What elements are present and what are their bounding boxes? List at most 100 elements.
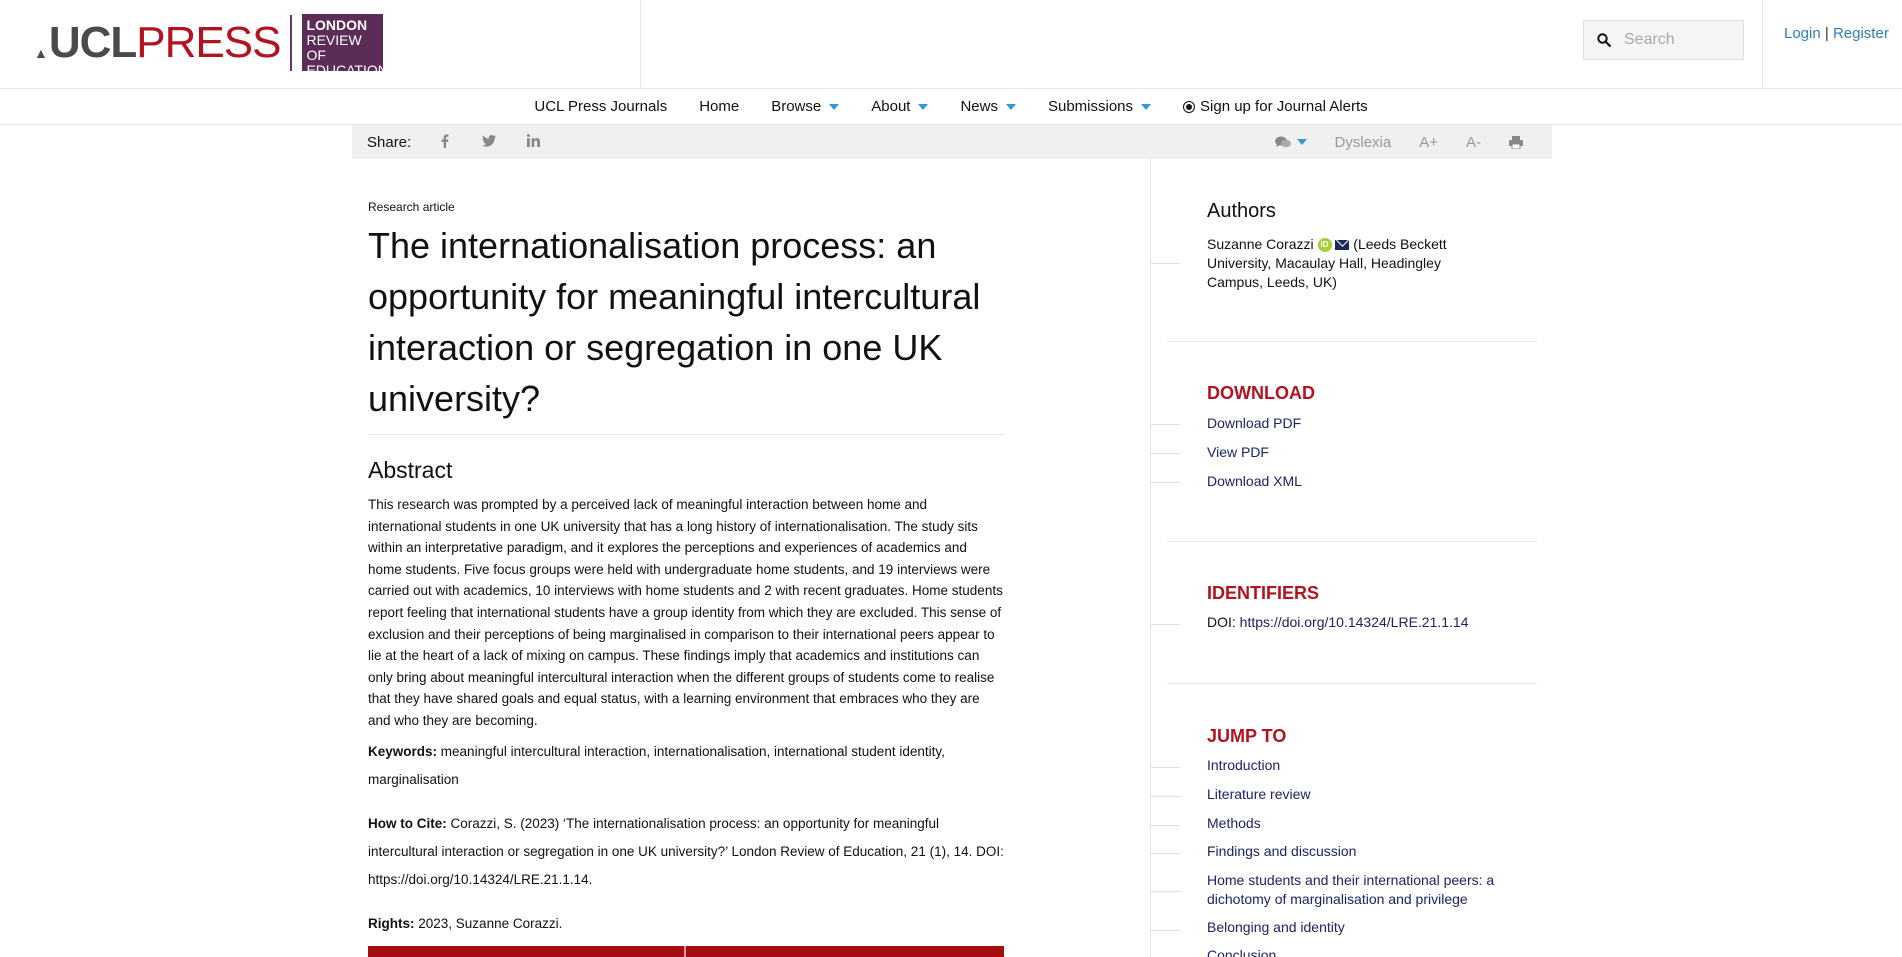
caret-down-icon <box>1296 139 1307 145</box>
logo-ucl-text: ▲UCL <box>34 17 137 67</box>
jump-findings-and-discussion[interactable]: Findings and discussion <box>1207 842 1356 861</box>
doi-label: DOI: <box>1207 614 1236 630</box>
view-pdf-link[interactable]: View PDF <box>1207 443 1269 462</box>
jump-literature-review[interactable]: Literature review <box>1207 785 1311 804</box>
caret-down-icon <box>918 103 929 110</box>
sidebar-tick <box>1150 891 1180 892</box>
nav-label: Sign up for Journal Alerts <box>1200 98 1368 115</box>
nav-browse[interactable]: Browse <box>755 89 855 125</box>
nav-label: Home <box>699 98 740 115</box>
sidebar-tick <box>1150 263 1180 264</box>
search-box[interactable] <box>1583 20 1744 60</box>
nav-about[interactable]: About <box>855 89 944 125</box>
cite-value: Corazzi, S. (2023) ‘The internationalisa… <box>368 815 1004 887</box>
abstract-text: This research was prompted by a perceive… <box>368 497 1003 728</box>
auth-separator: | <box>1824 25 1829 42</box>
download-heading: DOWNLOAD <box>1207 383 1315 403</box>
download-xml-link[interactable]: Download XML <box>1207 472 1302 491</box>
nav-label: Submissions <box>1047 98 1134 115</box>
tab-divider <box>684 946 686 957</box>
orcid-icon[interactable]: iD <box>1317 238 1332 253</box>
authors-heading: Authors <box>1207 200 1276 222</box>
header-divider <box>1762 0 1763 89</box>
jump-methods[interactable]: Methods <box>1207 814 1261 833</box>
login-link[interactable]: Login <box>1784 25 1821 42</box>
search-input[interactable] <box>1624 31 1734 49</box>
reader-tools: Dyslexia A+ A- <box>1261 125 1537 159</box>
comments-menu[interactable] <box>1261 136 1321 149</box>
sidebar-tick <box>1150 853 1180 854</box>
doi-link[interactable]: https://doi.org/10.14324/LRE.21.1.14 <box>1240 614 1469 630</box>
jump-belonging-and-identity[interactable]: Belonging and identity <box>1207 918 1345 937</box>
article-title: The internationalisation process: an opp… <box>368 220 1004 435</box>
how-to-cite: How to Cite: Corazzi, S. (2023) ‘The int… <box>368 810 1004 894</box>
comments-icon <box>1274 136 1291 147</box>
download-pdf-link[interactable]: Download PDF <box>1207 414 1301 433</box>
sidebar-divider <box>1150 159 1151 957</box>
keywords-label: Keywords: <box>368 743 438 759</box>
email-icon[interactable] <box>1335 240 1350 251</box>
identifiers-heading: IDENTIFIERS <box>1207 583 1320 603</box>
twitter-icon[interactable] <box>467 134 511 150</box>
nav-submissions[interactable]: Submissions <box>1032 89 1167 125</box>
sidebar-tick <box>1150 624 1180 625</box>
nav-news[interactable]: News <box>944 89 1032 125</box>
register-link[interactable]: Register <box>1833 25 1889 42</box>
nav-home[interactable]: Home <box>683 89 755 125</box>
article-type: Research article <box>368 200 455 214</box>
sidebar-tick <box>1150 453 1180 454</box>
nav-label: UCL Press Journals <box>534 98 668 115</box>
logo-press-text: PRESS <box>136 17 281 67</box>
journal-logo[interactable]: LONDON REVIEW OF EDUCATION <box>302 14 388 78</box>
font-decrease-button[interactable]: A- <box>1452 134 1495 151</box>
keywords: Keywords: meaningful intercultural inter… <box>368 738 1004 794</box>
section-separator <box>1167 683 1537 684</box>
sidebar-tick <box>1150 482 1180 483</box>
main-nav: UCL Press Journals Home Browse About New… <box>0 89 1902 125</box>
keywords-value: meaningful intercultural interaction, in… <box>368 743 945 787</box>
linkedin-icon[interactable] <box>511 134 555 150</box>
nav-label: Browse <box>771 98 822 115</box>
rights-value: 2023, Suzanne Corazzi. <box>418 915 563 931</box>
print-icon[interactable] <box>1495 135 1537 149</box>
sidebar-tick <box>1150 424 1180 425</box>
sidebar-tick <box>1150 767 1180 768</box>
journal-logo-line3: EDUCATION <box>306 62 388 78</box>
nav-label: News <box>960 98 998 115</box>
sidebar-tick <box>1150 930 1180 931</box>
search-icon[interactable] <box>1584 21 1624 59</box>
header-divider <box>640 0 641 89</box>
sidebar-tick <box>1150 825 1180 826</box>
font-increase-button[interactable]: A+ <box>1405 134 1452 151</box>
site-header: ▲UCLPRESS LONDON REVIEW OF EDUCATION Log… <box>0 0 1902 89</box>
caret-down-icon <box>1141 103 1152 110</box>
rights-label: Rights: <box>368 915 415 931</box>
caret-down-icon <box>1005 103 1016 110</box>
abstract-heading: Abstract <box>368 457 453 483</box>
section-separator <box>1167 341 1537 342</box>
journal-logo-line1: LONDON <box>306 17 368 33</box>
share-label: Share: <box>367 133 412 151</box>
sidebar-tick <box>1150 796 1180 797</box>
share-toolbar: Share: Dyslexia A+ A- <box>352 125 1552 159</box>
caret-down-icon <box>829 103 840 110</box>
jump-introduction[interactable]: Introduction <box>1207 756 1280 775</box>
ucl-press-logo[interactable]: ▲UCL PRESS LONDON REVIEW OF EDUCATION <box>34 14 388 78</box>
author-entry: Suzanne Corazzi iD (Leeds Beckett Univer… <box>1207 235 1467 292</box>
auth-links: Login | Register <box>1784 25 1889 42</box>
jump-conclusion[interactable]: Conclusion <box>1207 946 1276 957</box>
nav-ucl-press-journals[interactable]: UCL Press Journals <box>518 89 683 125</box>
authors-section: Authors Suzanne Corazzi iD (Leeds Becket… <box>1207 200 1467 292</box>
dyslexia-toggle[interactable]: Dyslexia <box>1321 134 1406 151</box>
rights: Rights: 2023, Suzanne Corazzi. <box>368 910 1004 938</box>
article-tabs-bar[interactable] <box>368 946 1004 957</box>
author-name[interactable]: Suzanne Corazzi <box>1207 236 1314 252</box>
jump-home-students[interactable]: Home students and their international pe… <box>1207 871 1507 909</box>
nav-journal-alerts[interactable]: Sign up for Journal Alerts <box>1167 89 1384 125</box>
radio-icon <box>1183 100 1196 113</box>
facebook-icon[interactable] <box>423 133 467 151</box>
section-separator <box>1167 541 1537 542</box>
crest-icon: ▲ <box>34 44 48 61</box>
article-main: Research article The internationalisatio… <box>368 200 1004 938</box>
jump-to-heading: JUMP TO <box>1207 726 1287 746</box>
